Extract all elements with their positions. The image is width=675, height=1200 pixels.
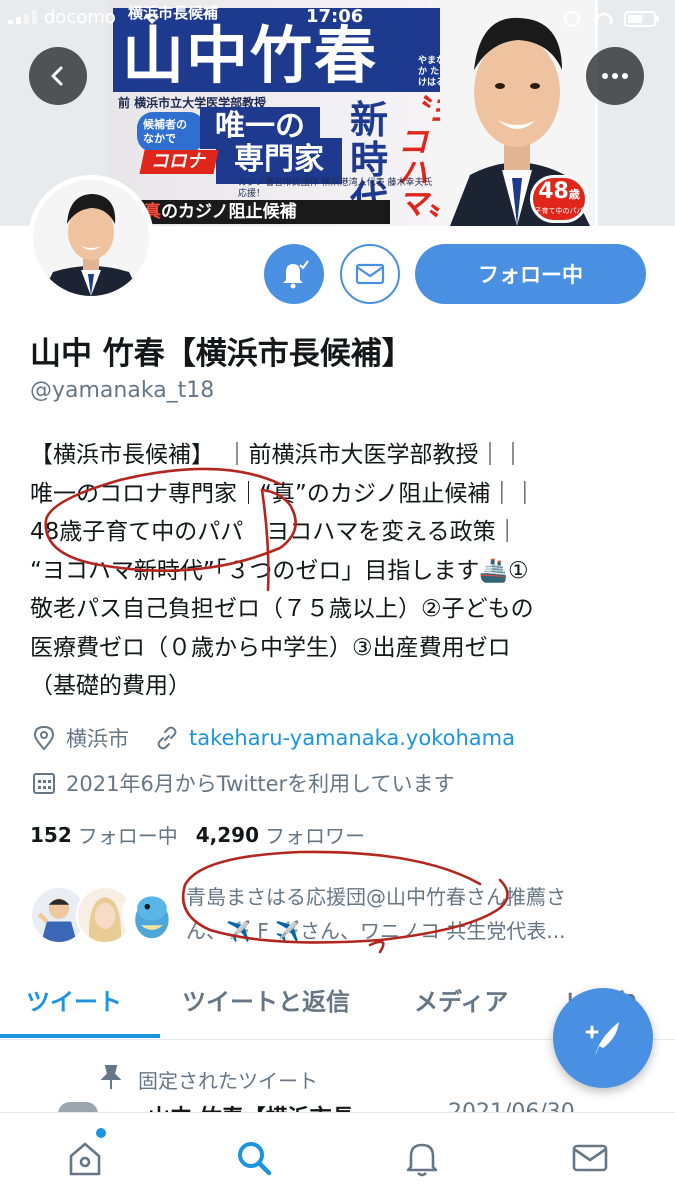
bottom-tab-bar [0, 1112, 675, 1200]
notifications-toggle-button[interactable] [264, 244, 324, 304]
pinned-label-text: 固定されたツイート [138, 1069, 318, 1093]
tab-media[interactable]: メディア [414, 982, 508, 1017]
joined-date-text: 2021年6月からTwitterを利用しています [66, 772, 455, 796]
location-text: 横浜市 [66, 727, 129, 751]
back-arrow-icon [51, 66, 63, 86]
profile-bio: 【横浜市長候補】 ｜前横浜市大医学部教授｜｜ 唯一のコロナ専門家｜“真”のカジノ… [30, 436, 650, 706]
following-count[interactable]: 152 [30, 823, 72, 847]
profile-meta-joined: 2021年6月からTwitterを利用しています [30, 768, 455, 798]
bio-line: （基礎的費用） [30, 673, 191, 699]
banner-age-number: 48 [538, 179, 569, 204]
followed-by-section[interactable]: 青島まさはる応援団@山中竹春さん推薦さ ん、✈️ F ✈️さん、ワニノコ 共生党… [30, 880, 660, 950]
search-tab[interactable] [229, 1133, 279, 1183]
notifications-bell-icon [406, 1143, 438, 1177]
status-right-icons [564, 11, 659, 27]
back-button[interactable] [29, 47, 87, 105]
bio-line: “ヨコハマ新時代”「３つのゼロ」目指します🚢① [30, 557, 529, 584]
calendar-icon [30, 769, 58, 797]
more-button[interactable] [586, 47, 644, 105]
banner-casino-text: のカジノ阻止候補 [161, 202, 297, 222]
follow-counts: 152 フォロー中 4,290 フォロワー [30, 820, 365, 849]
banner-age-sub: 子育て中のパパ [534, 207, 584, 215]
compose-tweet-button[interactable] [553, 988, 653, 1088]
status-time: 17:06 [306, 6, 364, 27]
link-icon [153, 724, 181, 752]
followers-label[interactable]: フォロワー [265, 820, 365, 849]
profile-avatar[interactable] [28, 175, 154, 301]
active-tab-indicator [0, 1034, 160, 1038]
pinned-tweet-label: 固定されたツイート [100, 1064, 318, 1095]
followed-by-line: ん、✈️ F ✈️さん、ワニノコ 共生党代表... [186, 919, 566, 943]
compose-feather-icon [585, 1022, 619, 1056]
following-button[interactable]: フォロー中 [415, 244, 646, 304]
new-content-dot [96, 1128, 106, 1138]
signal-icon [8, 10, 37, 24]
wifi-icon [145, 14, 159, 24]
banner-yokohama: 〝ヨコハマ〟 [398, 94, 458, 222]
banner-corona: コロナ [139, 150, 219, 174]
banner-age-badge: 48歳 子育て中のパパ [530, 175, 588, 223]
mail-icon [355, 263, 385, 285]
followed-by-text: 青島まさはる応援団@山中竹春さん推薦さ ん、✈️ F ✈️さん、ワニノコ 共生党… [186, 880, 656, 948]
tab-tweets-and-replies[interactable]: ツイートと返信 [182, 982, 350, 1017]
headphones-icon [595, 12, 613, 24]
user-handle: @yamanaka_t18 [30, 378, 215, 403]
profile-meta-location: 横浜市 takeharu-yamanaka.yokohama [30, 723, 515, 753]
bio-line: 医療費ゼロ（０歳から中学生）③出産費用ゼロ [30, 634, 511, 661]
banner-casino-slogan: 真のカジノ阻止候補 [140, 200, 390, 224]
avatar-image [33, 180, 149, 296]
banner-candidates-label: 候補者の なかで [137, 112, 205, 152]
bio-line: 【横浜市長候補】 ｜前横浜市大医学部教授｜｜ [30, 442, 525, 468]
mini-avatar [122, 886, 180, 944]
search-icon [238, 1142, 272, 1176]
rotation-lock-icon [564, 11, 580, 27]
home-tab[interactable] [60, 1133, 110, 1183]
banner-endorsement: カジノ署名市民団体 横浜港湾人代表 藤木幸夫氏 応援！ [238, 178, 433, 199]
followers-count[interactable]: 4,290 [196, 823, 259, 847]
bio-line: 48歳子育て中のパパ ヨコハマを変える政策｜ [30, 519, 519, 545]
tab-tweets[interactable]: ツイート [26, 982, 122, 1017]
bio-line: 敬老パス自己負担ゼロ（７５歳以上）②子どもの [30, 596, 534, 622]
notifications-tab[interactable] [397, 1133, 447, 1183]
bell-check-icon [283, 260, 309, 289]
home-icon [69, 1142, 101, 1176]
message-button[interactable] [340, 244, 400, 304]
pin-icon [100, 1064, 122, 1095]
following-label[interactable]: フォロー中 [78, 820, 178, 849]
banner-age-unit: 歳 [568, 188, 580, 201]
bio-line: 唯一のコロナ専門家｜“真”のカジノ阻止候補｜｜ [30, 480, 537, 507]
messages-tab[interactable] [565, 1133, 615, 1183]
display-name: 山中 竹春【横浜市長候補】 [30, 336, 413, 372]
status-bar: docomo 17:06 [0, 0, 675, 36]
messages-icon [572, 1144, 608, 1172]
carrier-name: docomo [44, 7, 116, 28]
profile-url-link[interactable]: takeharu-yamanaka.yokohama [189, 726, 515, 750]
location-pin-icon [30, 724, 58, 752]
more-icon [602, 73, 628, 79]
followed-by-avatars [30, 886, 180, 946]
followed-by-line: 青島まさはる応援団@山中竹春さん推薦さ [186, 885, 566, 909]
